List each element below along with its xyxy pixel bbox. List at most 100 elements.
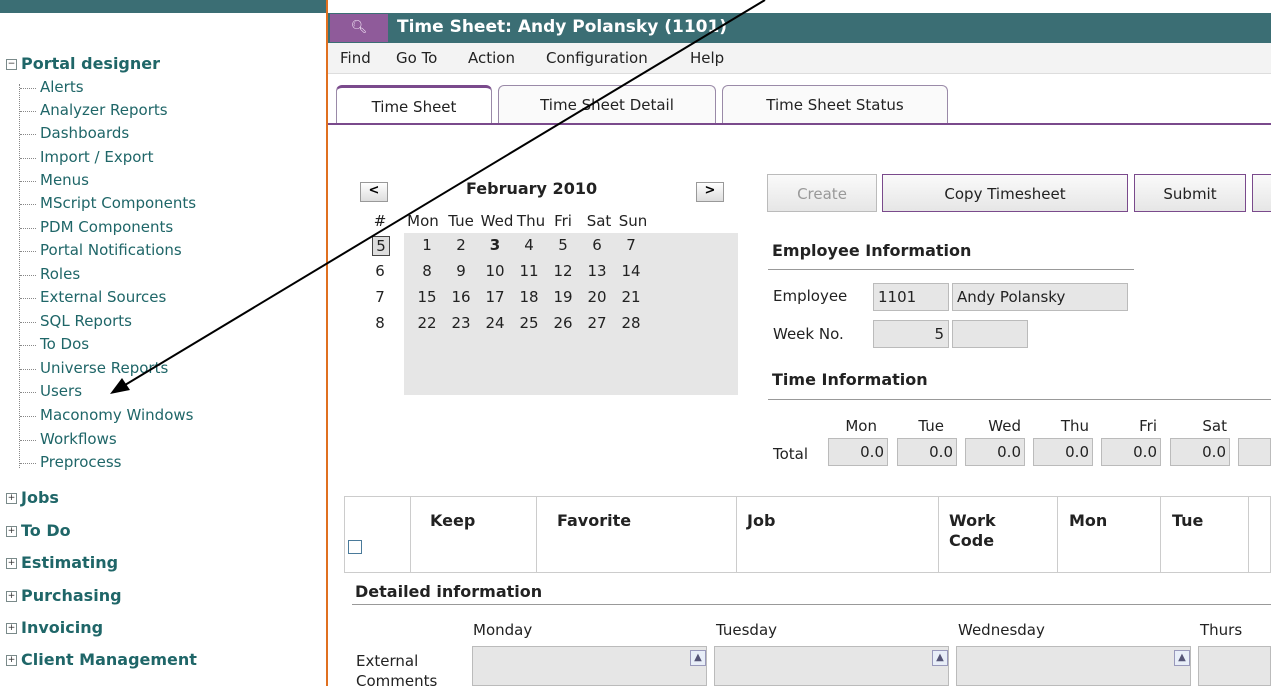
sidebar-item[interactable]: MScript Components <box>40 194 196 212</box>
calendar-day[interactable]: 1 <box>412 236 442 254</box>
calendar-day[interactable]: 15 <box>412 288 442 306</box>
tab-time-sheet-detail[interactable]: Time Sheet Detail <box>498 85 716 123</box>
calendar-day[interactable]: 24 <box>480 314 510 332</box>
calendar-week-number[interactable]: 6 <box>370 262 390 280</box>
sidebar-item[interactable]: Menus <box>40 171 89 189</box>
column-header-favorite[interactable]: Favorite <box>557 511 631 531</box>
menu-go-to[interactable]: Go To <box>396 49 437 67</box>
calendar-day[interactable]: 3 <box>480 236 510 254</box>
tree-node-purchasing[interactable]: + Purchasing <box>6 586 122 605</box>
calendar-day[interactable]: 19 <box>548 288 578 306</box>
sidebar-item[interactable]: SQL Reports <box>40 312 132 330</box>
expand-icon[interactable]: + <box>6 558 17 569</box>
calendar-day[interactable]: 13 <box>582 262 612 280</box>
tree-node-estimating[interactable]: + Estimating <box>6 553 118 572</box>
sidebar-item[interactable]: External Sources <box>40 288 166 306</box>
divider <box>352 604 1271 605</box>
calendar-day[interactable]: 14 <box>616 262 646 280</box>
calendar-day[interactable]: 17 <box>480 288 510 306</box>
sidebar-item[interactable]: PDM Components <box>40 218 173 236</box>
thursday-comments-field[interactable] <box>1198 646 1271 686</box>
column-header-work-code[interactable]: Work Code <box>949 511 1009 551</box>
calendar-day[interactable]: 25 <box>514 314 544 332</box>
sidebar-item[interactable]: Portal Notifications <box>40 241 182 259</box>
tree-node-jobs[interactable]: + Jobs <box>6 488 59 507</box>
previous-month-button[interactable]: < <box>360 182 388 202</box>
tree-node-client-management[interactable]: + Client Management <box>6 650 197 669</box>
menu-action[interactable]: Action <box>468 49 515 67</box>
expand-icon[interactable]: + <box>6 493 17 504</box>
tab-time-sheet[interactable]: Time Sheet <box>336 85 492 123</box>
calendar-day[interactable]: 28 <box>616 314 646 332</box>
week-number-field[interactable]: 5 <box>873 320 949 348</box>
sidebar-item[interactable]: To Dos <box>40 335 89 353</box>
tree-node-invoicing[interactable]: + Invoicing <box>6 618 103 637</box>
sidebar-item[interactable]: Analyzer Reports <box>40 101 168 119</box>
calendar-day[interactable]: 7 <box>616 236 646 254</box>
tuesday-comments-field[interactable] <box>714 646 949 686</box>
menu-find[interactable]: Find <box>340 49 371 67</box>
calendar-day[interactable]: 18 <box>514 288 544 306</box>
sidebar-item[interactable]: Users <box>40 382 82 400</box>
calendar-day[interactable]: 23 <box>446 314 476 332</box>
calendar-day[interactable]: 27 <box>582 314 612 332</box>
sidebar-item[interactable]: Import / Export <box>40 148 153 166</box>
detail-day-label: Tuesday <box>716 621 778 639</box>
next-month-button[interactable]: > <box>696 182 724 202</box>
employee-number-field[interactable]: 1101 <box>873 283 949 311</box>
column-header-job[interactable]: Job <box>747 511 775 531</box>
calendar-day[interactable]: 4 <box>514 236 544 254</box>
scroll-up-icon[interactable]: ▲ <box>1174 650 1190 666</box>
week-extra-field[interactable] <box>952 320 1028 348</box>
calendar-week-number[interactable]: 8 <box>370 314 390 332</box>
monday-comments-field[interactable] <box>472 646 707 686</box>
expand-icon[interactable]: + <box>6 591 17 602</box>
calendar-day[interactable]: 8 <box>412 262 442 280</box>
sidebar-item[interactable]: Roles <box>40 265 80 283</box>
calendar-day[interactable]: 6 <box>582 236 612 254</box>
calendar-day[interactable]: 12 <box>548 262 578 280</box>
select-all-checkbox[interactable] <box>348 540 362 554</box>
column-header-tue[interactable]: Tue <box>1172 511 1203 531</box>
expand-icon[interactable]: + <box>6 623 17 634</box>
pane-divider[interactable] <box>326 0 328 686</box>
calendar-day[interactable]: 21 <box>616 288 646 306</box>
calendar-day[interactable]: 22 <box>412 314 442 332</box>
calendar-day[interactable]: 26 <box>548 314 578 332</box>
create-button[interactable]: Create <box>767 174 877 212</box>
calendar-day[interactable]: 10 <box>480 262 510 280</box>
calendar-day[interactable]: 11 <box>514 262 544 280</box>
more-button[interactable] <box>1252 174 1271 212</box>
collapse-icon[interactable]: − <box>6 59 17 70</box>
sidebar-item[interactable]: Alerts <box>40 78 84 96</box>
calendar-day[interactable]: 9 <box>446 262 476 280</box>
copy-timesheet-button[interactable]: Copy Timesheet <box>882 174 1128 212</box>
column-header-mon[interactable]: Mon <box>1069 511 1107 531</box>
calendar-day[interactable]: 16 <box>446 288 476 306</box>
calendar-day[interactable]: 5 <box>548 236 578 254</box>
sidebar-item[interactable]: Maconomy Windows <box>40 406 193 424</box>
sidebar-item[interactable]: Preprocess <box>40 453 122 471</box>
scroll-up-icon[interactable]: ▲ <box>932 650 948 666</box>
menu-help[interactable]: Help <box>690 49 724 67</box>
submit-button[interactable]: Submit <box>1134 174 1246 212</box>
tab-time-sheet-status[interactable]: Time Sheet Status <box>722 85 948 123</box>
tree-connector-tick <box>20 416 36 417</box>
scroll-up-icon[interactable]: ▲ <box>690 650 706 666</box>
calendar-week-number[interactable]: 7 <box>370 288 390 306</box>
calendar-week-number[interactable]: 5 <box>372 236 390 256</box>
expand-icon[interactable]: + <box>6 655 17 666</box>
tree-node-portal-designer[interactable]: − Portal designer <box>6 54 160 73</box>
calendar-day[interactable]: 2 <box>446 236 476 254</box>
expand-icon[interactable]: + <box>6 526 17 537</box>
sidebar-item[interactable]: Universe Reports <box>40 359 168 377</box>
sidebar-item[interactable]: Dashboards <box>40 124 129 142</box>
menu-configuration[interactable]: Configuration <box>546 49 648 67</box>
search-icon[interactable]: 🔍︎ <box>330 14 388 42</box>
employee-name-field[interactable]: Andy Polansky <box>952 283 1128 311</box>
tree-node-to-do[interactable]: + To Do <box>6 521 71 540</box>
sidebar-item[interactable]: Workflows <box>40 430 117 448</box>
calendar-day[interactable]: 20 <box>582 288 612 306</box>
wednesday-comments-field[interactable] <box>956 646 1191 686</box>
column-header-keep[interactable]: Keep <box>430 511 475 531</box>
